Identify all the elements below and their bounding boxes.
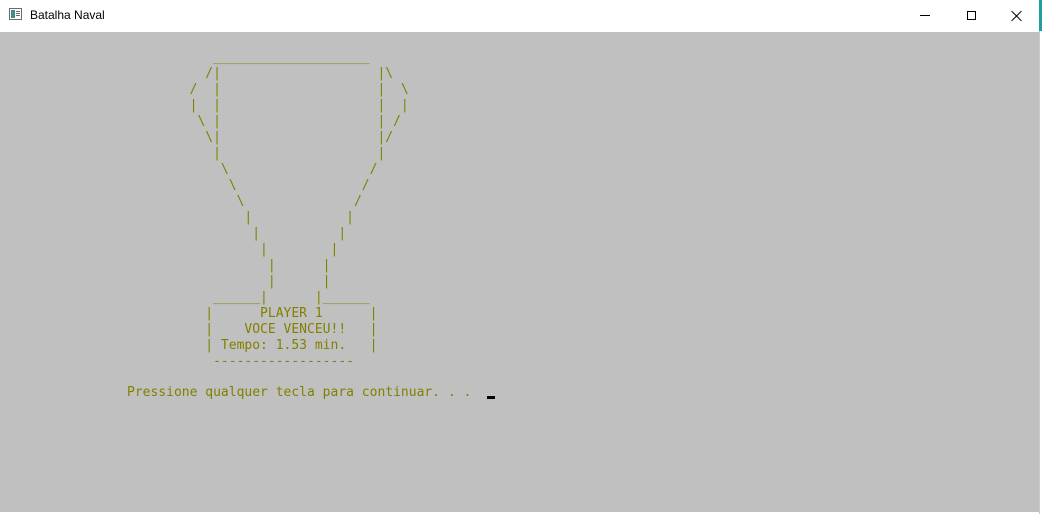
console-area[interactable]: ____________________ /| |\ / | | \ | | |… bbox=[0, 32, 1039, 512]
continue-prompt: Pressione qualquer tecla para continuar.… bbox=[127, 385, 472, 400]
text-cursor bbox=[487, 396, 495, 399]
console-window: Batalha Naval ____________________ /| |\… bbox=[0, 0, 1040, 514]
maximize-icon bbox=[966, 11, 976, 20]
window-title: Batalha Naval bbox=[30, 8, 105, 22]
close-icon bbox=[1011, 10, 1023, 22]
trophy-ascii-art: ____________________ /| |\ / | | \ | | |… bbox=[189, 50, 409, 369]
maximize-button[interactable] bbox=[948, 0, 994, 31]
close-button[interactable] bbox=[994, 0, 1040, 31]
minimize-icon bbox=[920, 15, 930, 16]
minimize-button[interactable] bbox=[902, 0, 948, 31]
title-bar[interactable]: Batalha Naval bbox=[0, 0, 1040, 31]
console-app-icon[interactable] bbox=[9, 8, 22, 20]
